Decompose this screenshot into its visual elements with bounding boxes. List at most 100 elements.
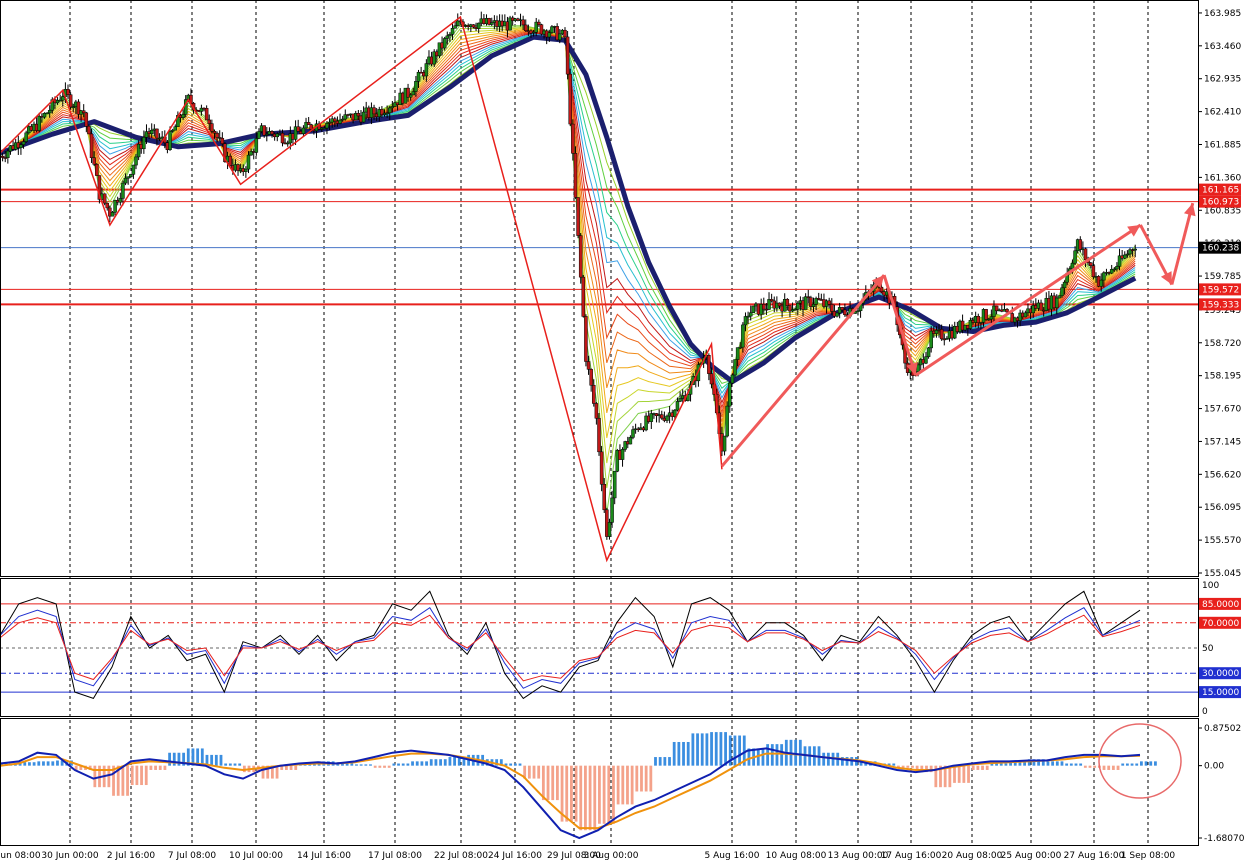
macd-histogram-bar bbox=[640, 765, 643, 792]
macd-histogram-bar bbox=[649, 765, 653, 792]
macd-histogram-bar bbox=[911, 765, 914, 768]
time-tick-label: 1 Sep 08:00 bbox=[1121, 851, 1176, 861]
candle-body bbox=[743, 316, 748, 326]
candle-body bbox=[1123, 254, 1127, 259]
candle-body bbox=[414, 81, 418, 92]
macd-histogram-bar bbox=[584, 765, 587, 831]
candle-body bbox=[631, 429, 635, 438]
candle-body bbox=[565, 36, 570, 75]
macd-histogram-bar bbox=[532, 765, 536, 779]
time-tick-label: 28 Jun 08:00 bbox=[0, 851, 41, 861]
candle-body bbox=[803, 296, 808, 310]
macd-histogram-bar bbox=[985, 765, 989, 770]
macd-histogram-bar bbox=[1004, 763, 1008, 766]
macd-histogram-bar bbox=[1051, 761, 1055, 766]
candle-body bbox=[121, 182, 125, 199]
candle-body bbox=[204, 108, 209, 121]
macd-histogram-bar bbox=[46, 761, 50, 766]
candle-body bbox=[424, 63, 429, 77]
candle-body bbox=[280, 132, 285, 144]
candle-body bbox=[840, 307, 845, 311]
candle-body bbox=[673, 409, 677, 417]
candle-body bbox=[95, 164, 99, 176]
candle-body bbox=[1062, 281, 1067, 289]
macd-histogram-bar bbox=[794, 739, 798, 766]
candle-body bbox=[573, 153, 578, 198]
candle-body bbox=[89, 133, 94, 158]
macd-tick-label: -1.68070 bbox=[1204, 834, 1245, 844]
macd-histogram-bar bbox=[766, 744, 770, 766]
candle-body bbox=[989, 316, 994, 320]
candle-body bbox=[924, 356, 928, 364]
macd-histogram-bar bbox=[364, 764, 368, 766]
macd-histogram-bar bbox=[1102, 765, 1106, 770]
macd-histogram-bar bbox=[579, 765, 583, 831]
candle-body bbox=[338, 119, 342, 124]
candle-body bbox=[387, 107, 392, 114]
candle-body bbox=[811, 303, 816, 307]
candle-body bbox=[649, 413, 654, 422]
candle-body bbox=[453, 25, 457, 29]
candle-body bbox=[1055, 297, 1059, 309]
macd-histogram-bar bbox=[448, 757, 452, 766]
macd-histogram-bar bbox=[144, 765, 148, 786]
candle-body bbox=[21, 141, 26, 145]
macd-histogram-bar bbox=[224, 763, 228, 766]
price-tick-label: 158.195 bbox=[1204, 372, 1241, 382]
macd-histogram-bar bbox=[719, 732, 723, 766]
macd-histogram-bar bbox=[415, 761, 419, 766]
macd-histogram-bar bbox=[359, 764, 363, 766]
macd-histogram-bar bbox=[1111, 765, 1115, 770]
candle-body bbox=[254, 138, 259, 153]
candle-body bbox=[1083, 248, 1088, 261]
macd-histogram-bar bbox=[425, 761, 428, 766]
macd-histogram-bar bbox=[28, 762, 31, 766]
candle-body bbox=[129, 174, 133, 178]
macd-tick-label: 0.87502 bbox=[1204, 724, 1241, 734]
candle-body bbox=[976, 316, 981, 323]
price-tick-label: 163.460 bbox=[1204, 42, 1241, 52]
candle-body bbox=[728, 382, 732, 407]
macd-histogram-bar bbox=[527, 765, 531, 779]
macd-histogram-bar bbox=[630, 765, 634, 805]
candle-body bbox=[934, 330, 939, 334]
time-tick-label: 17 Jul 08:00 bbox=[368, 851, 422, 861]
time-tick-label: 30 Jun 00:00 bbox=[41, 851, 98, 861]
macd-histogram-bar bbox=[1154, 761, 1157, 766]
macd-histogram-bar bbox=[32, 762, 36, 766]
macd-histogram-bar bbox=[607, 765, 611, 824]
osc-level-label: 15.0000 bbox=[1202, 688, 1239, 698]
macd-histogram-bar bbox=[369, 764, 372, 766]
macd-histogram-bar bbox=[355, 764, 358, 766]
macd-histogram-bar bbox=[1065, 763, 1069, 766]
macd-histogram-bar bbox=[1135, 763, 1139, 766]
candle-body bbox=[1133, 248, 1137, 251]
macd-histogram-bar bbox=[1069, 763, 1073, 766]
macd-histogram-bar bbox=[392, 763, 396, 766]
macd-histogram-bar bbox=[705, 733, 709, 766]
candle-body bbox=[24, 132, 28, 142]
candle-body bbox=[210, 123, 214, 132]
candle-body bbox=[131, 164, 136, 175]
candle-body bbox=[110, 212, 115, 217]
candle-body bbox=[777, 302, 782, 307]
macd-histogram-bar bbox=[149, 765, 153, 770]
time-tick-label: 10 Jul 00:00 bbox=[229, 851, 283, 861]
candle-body bbox=[325, 123, 329, 129]
price-tick-label: 157.670 bbox=[1204, 405, 1241, 415]
macd-histogram-bar bbox=[1125, 763, 1129, 766]
candle-body bbox=[306, 122, 311, 126]
candle-body bbox=[599, 451, 604, 485]
price-tick-label: 155.570 bbox=[1204, 536, 1241, 546]
price-tick-label: 158.720 bbox=[1204, 339, 1241, 349]
macd-histogram-bar bbox=[1144, 761, 1148, 766]
macd-histogram-bar bbox=[957, 765, 961, 783]
candle-body bbox=[1039, 302, 1043, 311]
candle-body bbox=[416, 71, 421, 82]
macd-histogram-bar bbox=[663, 757, 667, 766]
time-tick-label: 5 Aug 16:00 bbox=[705, 851, 760, 861]
time-tick-label: 17 Aug 16:00 bbox=[881, 851, 942, 861]
macd-histogram-bar bbox=[518, 763, 522, 766]
macd-histogram-bar bbox=[163, 765, 167, 770]
candle-body bbox=[270, 131, 274, 135]
